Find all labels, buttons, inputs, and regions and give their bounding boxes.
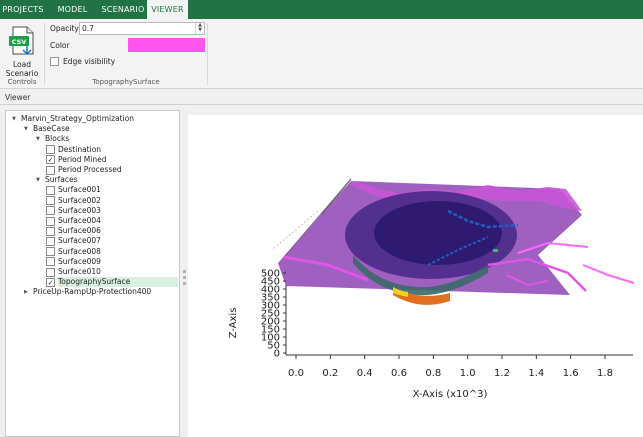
tree-checkbox[interactable]: ✓ [46, 277, 55, 287]
opacity-label: Opacity [50, 24, 79, 33]
x-axis: 0.0 0.2 0.4 0.6 0.8 1.0 1.2 1.4 1.6 1.8 X-Axis (x… [286, 354, 633, 400]
tree-checkbox[interactable] [46, 165, 55, 175]
viewer-section-label: Viewer [5, 93, 31, 102]
tree-item-surface[interactable]: Surface003 [58, 206, 101, 216]
x-tick-label: 1.4 [528, 368, 544, 379]
main-tab-bar: PROJECTS MODEL SCENARIO VIEWER [0, 0, 643, 19]
tree-node-root[interactable]: Marvin_Strategy_Optimization [21, 114, 134, 124]
x-axis-title: X-Axis (x10^3) [413, 389, 488, 400]
controls-group-label: Controls [7, 78, 37, 86]
tree-checkbox[interactable]: ✓ [46, 155, 55, 165]
load-label-line1: Load [13, 60, 31, 69]
tree-checkbox[interactable] [46, 226, 55, 236]
x-tick-label: 0.2 [322, 368, 338, 379]
tree-node-basecase[interactable]: BaseCase [33, 124, 70, 134]
tree-item-block[interactable]: Period Processed [58, 165, 122, 175]
color-label: Color [50, 41, 70, 50]
panel-splitter[interactable] [181, 110, 188, 437]
z-axis: 050100150200250300350400450500 Z-Axis [228, 269, 287, 360]
opacity-input[interactable]: 0.7 ▲ ▼ [79, 22, 205, 35]
tree-item-surface[interactable]: Surface006 [58, 226, 101, 236]
opacity-spinner[interactable]: ▲ ▼ [195, 23, 204, 34]
ribbon: CSV Load Scenario Controls Opacity 0.7 ▲… [0, 19, 643, 89]
tab-projects[interactable]: PROJECTS [0, 0, 46, 19]
topography-group-label: TopographySurface [92, 78, 160, 86]
load-scenario-button[interactable]: CSV Load Scenario [3, 24, 41, 78]
tree-item-surface[interactable]: Surface004 [58, 216, 101, 226]
tab-viewer[interactable]: VIEWER [147, 0, 188, 19]
x-tick-label: 0.0 [288, 368, 304, 379]
3d-plot[interactable]: 050100150200250300350400450500 Z-Axis 0.… [188, 115, 643, 437]
x-tick-label: 1.6 [563, 368, 579, 379]
tree-item-block[interactable]: Period Mined [58, 155, 106, 165]
tree-item-surface[interactable]: TopographySurface [58, 277, 130, 287]
x-tick-label: 0.8 [425, 368, 441, 379]
x-tick-label: 0.6 [391, 368, 407, 379]
tree-item-surface[interactable]: Surface008 [58, 247, 101, 257]
tree-checkbox[interactable] [46, 216, 55, 226]
tree-checkbox[interactable] [46, 257, 55, 267]
opacity-value: 0.7 [82, 24, 94, 33]
tree-node-surfaces[interactable]: Surfaces [45, 175, 77, 185]
group-separator [207, 23, 208, 85]
x-tick-label: 0.4 [357, 368, 373, 379]
tree-checkbox[interactable] [46, 145, 55, 155]
edge-visibility-checkbox[interactable] [50, 57, 59, 66]
pit-inner [374, 201, 502, 265]
tree-checkbox[interactable] [46, 247, 55, 257]
x-tick-label: 1.8 [597, 368, 613, 379]
tree-item-surface[interactable]: Surface007 [58, 236, 101, 246]
tree-item-surface[interactable]: Surface002 [58, 196, 101, 206]
expand-arrow-icon[interactable]: ▼ [24, 124, 28, 134]
3d-viewer-canvas[interactable]: 0 50 100 150 200 250 300 350 400 450 500 Z-Axis 0.… [188, 115, 643, 437]
expand-arrow-icon[interactable]: ▼ [36, 134, 40, 144]
svg-text:CSV: CSV [12, 38, 27, 46]
color-picker[interactable] [128, 38, 205, 52]
topography-surface [278, 181, 635, 305]
x-tick-label: 1.2 [494, 368, 510, 379]
tree-checkbox[interactable] [46, 236, 55, 246]
tree-item-surface[interactable]: Surface010 [58, 267, 101, 277]
load-label-line2: Scenario [5, 69, 39, 78]
collapse-arrow-icon[interactable]: ▶ [24, 287, 28, 297]
tab-model[interactable]: MODEL [46, 0, 99, 19]
csv-file-icon: CSV [9, 26, 34, 56]
x-tick-label: 1.0 [460, 368, 476, 379]
app-window: PROJECTS MODEL SCENARIO VIEWER CSV Load … [0, 0, 643, 437]
surface-edge-highlight [493, 249, 498, 252]
divider [0, 104, 643, 105]
tree-node-scenario[interactable]: PriceUp-RampUp-Protection400 [33, 287, 151, 297]
tree-item-surface[interactable]: Surface009 [58, 257, 101, 267]
expand-arrow-icon[interactable]: ▼ [12, 114, 16, 124]
tree-item-surface[interactable]: Surface001 [58, 185, 101, 195]
surface-edge-highlight [582, 264, 635, 284]
tree-checkbox[interactable] [46, 185, 55, 195]
tree-checkbox[interactable] [46, 196, 55, 206]
tree-checkbox[interactable] [46, 267, 55, 277]
group-separator [44, 23, 45, 85]
z-axis-title: Z-Axis [228, 308, 239, 339]
tree-item-block[interactable]: Destination [58, 145, 101, 155]
z-tick-label: 500 [261, 269, 280, 280]
tree-node-blocks[interactable]: Blocks [45, 134, 69, 144]
tree-checkbox[interactable] [46, 206, 55, 216]
edge-visibility-label: Edge visibility [63, 57, 116, 66]
scenario-tree: ▼ Marvin_Strategy_Optimization ▼ BaseCase ▼ B… [5, 110, 180, 437]
tab-scenario[interactable]: SCENARIO [99, 0, 147, 19]
expand-arrow-icon[interactable]: ▼ [36, 175, 40, 185]
